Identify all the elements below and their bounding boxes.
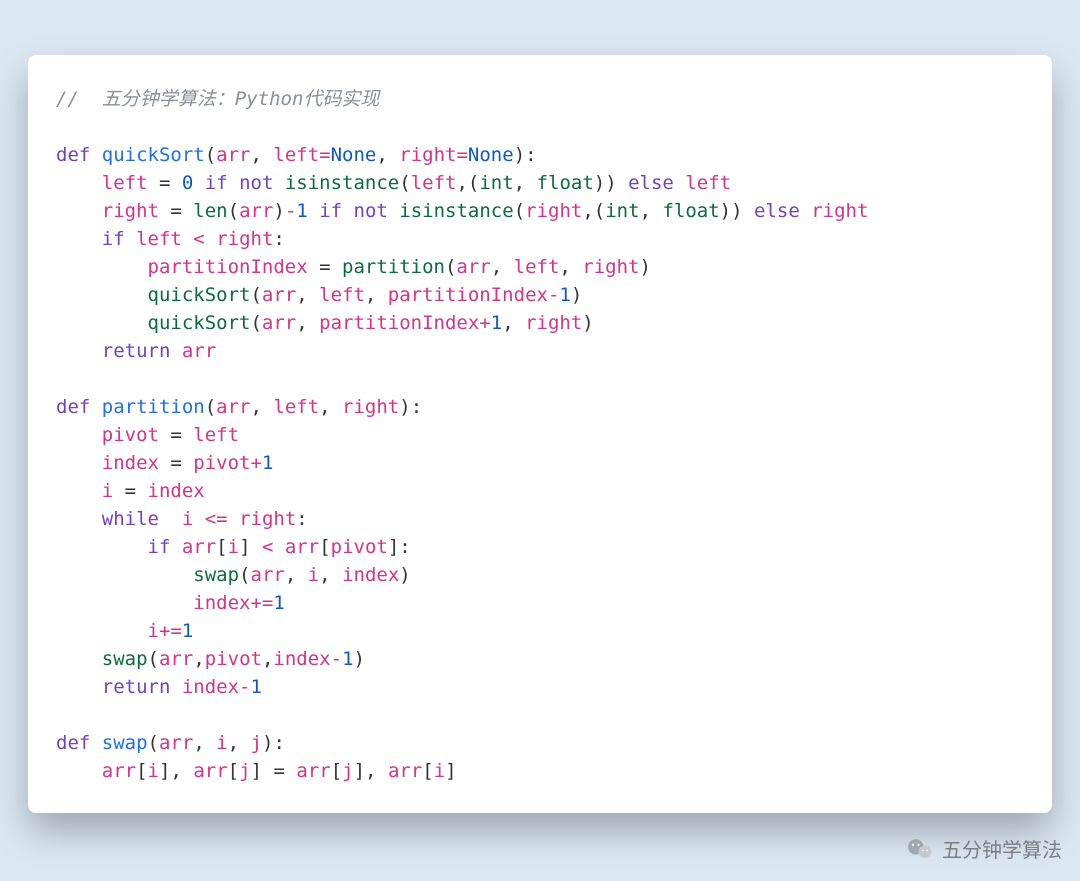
code-line: def quickSort(arr, left=None, right=None… [56, 144, 537, 166]
code-line: left = 0 if not isinstance(left,(int, fl… [56, 172, 731, 194]
code-line: return index-1 [56, 676, 262, 698]
code-line: while i <= right: [56, 508, 308, 530]
code-block: // 五分钟学算法：Python代码实现 def quickSort(arr, … [56, 85, 1024, 785]
code-line: pivot = left [56, 424, 239, 446]
code-line: def partition(arr, left, right): [56, 396, 422, 418]
watermark: 五分钟学算法 [906, 834, 1062, 863]
code-line: return arr [56, 340, 216, 362]
code-line: partitionIndex = partition(arr, left, ri… [56, 256, 651, 278]
code-line: if arr[i] < arr[pivot]: [56, 536, 411, 558]
code-line: quickSort(arr, left, partitionIndex-1) [56, 284, 582, 306]
code-line: i+=1 [56, 620, 193, 642]
watermark-text: 五分钟学算法 [942, 834, 1062, 863]
code-line: right = len(arr)-1 if not isinstance(rig… [56, 200, 868, 222]
code-line: def swap(arr, i, j): [56, 732, 285, 754]
code-line: arr[i], arr[j] = arr[j], arr[i] [56, 760, 457, 782]
code-line: i = index [56, 480, 205, 502]
code-line: swap(arr,pivot,index-1) [56, 648, 365, 670]
wechat-icon [906, 835, 934, 863]
code-line: // 五分钟学算法：Python代码实现 [56, 88, 379, 110]
code-line: index = pivot+1 [56, 452, 273, 474]
code-line: swap(arr, i, index) [56, 564, 411, 586]
code-line: quickSort(arr, partitionIndex+1, right) [56, 312, 594, 334]
code-card: // 五分钟学算法：Python代码实现 def quickSort(arr, … [28, 55, 1052, 813]
code-line: if left < right: [56, 228, 285, 250]
code-line: index+=1 [56, 592, 285, 614]
